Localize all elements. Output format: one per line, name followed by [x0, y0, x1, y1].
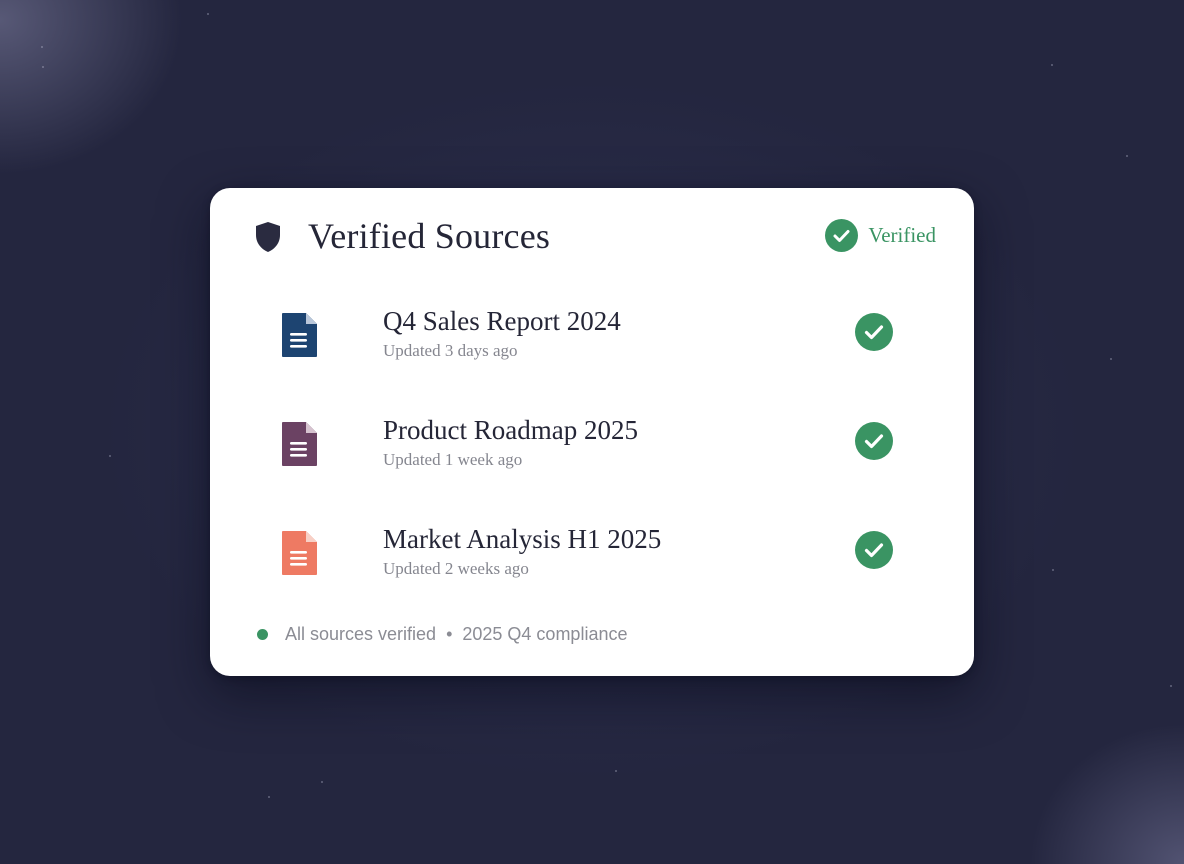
- background-speck: [1170, 685, 1172, 687]
- source-title: Q4 Sales Report 2024: [383, 306, 621, 336]
- verified-status-label: Verified: [868, 223, 936, 247]
- background-speck: [42, 66, 44, 68]
- document-icon: [280, 530, 318, 576]
- footer-separator: •: [446, 624, 453, 644]
- footer-status-text: All sources verified: [285, 624, 437, 644]
- source-row[interactable]: Product Roadmap 2025 Updated 1 week ago: [210, 413, 974, 483]
- card-title: Verified Sources: [308, 216, 551, 256]
- verified-sources-card: Verified Sources Verified Q4 Sales Repor…: [210, 188, 974, 676]
- background-speck: [1052, 569, 1054, 571]
- footer-status: All sources verified • 2025 Q4 complianc…: [257, 624, 627, 645]
- footer-compliance-text: 2025 Q4 compliance: [462, 624, 628, 644]
- source-updated-time: Updated 3 days ago: [383, 341, 518, 360]
- verified-check-icon: [855, 531, 893, 569]
- verified-check-icon: [855, 313, 893, 351]
- status-dot-icon: [257, 629, 268, 640]
- check-circle-icon: [825, 219, 859, 252]
- background-speck: [321, 781, 323, 783]
- background-speck: [109, 455, 111, 457]
- source-title: Product Roadmap 2025: [383, 415, 638, 445]
- document-icon: [280, 312, 318, 358]
- background-speck: [1126, 155, 1128, 157]
- verified-status-badge: Verified: [825, 219, 936, 252]
- background-speck: [615, 770, 617, 772]
- background-speck: [41, 46, 43, 48]
- background-speck: [207, 13, 209, 15]
- source-updated-time: Updated 1 week ago: [383, 450, 523, 469]
- background-speck: [268, 796, 270, 798]
- source-title: Market Analysis H1 2025: [383, 524, 662, 554]
- background-speck: [1051, 64, 1053, 66]
- document-icon: [280, 421, 318, 467]
- source-row[interactable]: Market Analysis H1 2025 Updated 2 weeks …: [210, 522, 974, 592]
- shield-icon: [254, 221, 282, 253]
- background-speck: [1110, 358, 1112, 360]
- source-row[interactable]: Q4 Sales Report 2024 Updated 3 days ago: [210, 304, 974, 374]
- verified-check-icon: [855, 422, 893, 460]
- source-updated-time: Updated 2 weeks ago: [383, 559, 529, 578]
